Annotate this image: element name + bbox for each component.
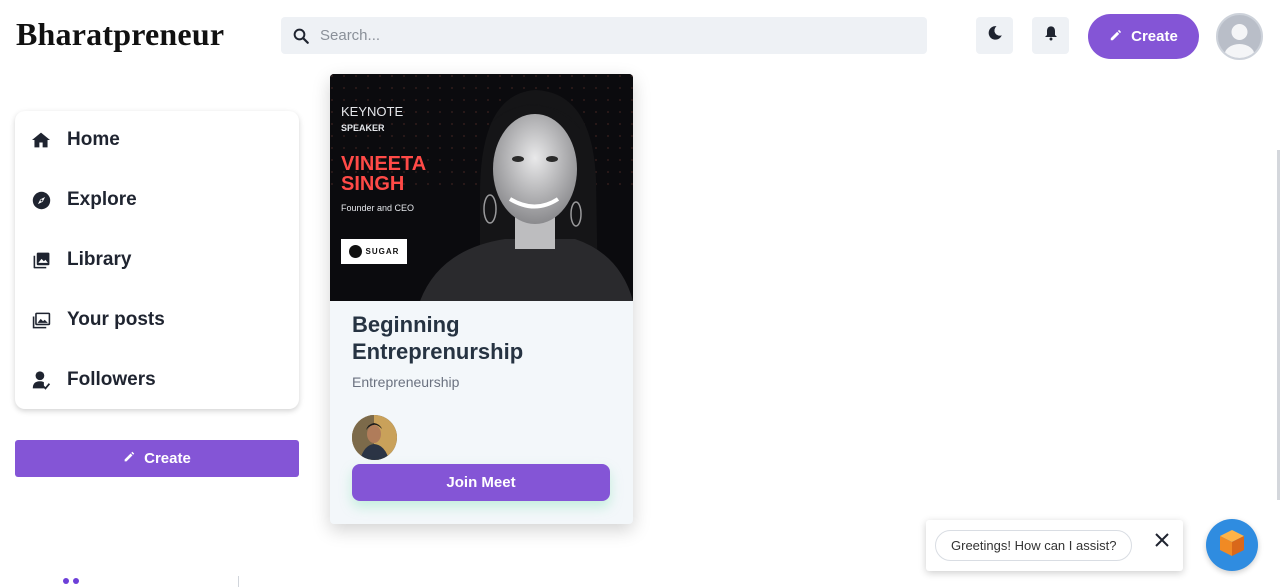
sidebar-item-label: Your posts bbox=[67, 309, 165, 330]
chat-popup: Greetings! How can I assist? bbox=[926, 520, 1183, 571]
sidebar-item-your-posts[interactable]: Your posts bbox=[30, 305, 165, 335]
search-icon bbox=[291, 26, 311, 46]
sugar-mark-icon bbox=[348, 245, 362, 258]
home-icon bbox=[30, 129, 52, 151]
banner-speaker: SPEAKER bbox=[341, 123, 385, 133]
footer-divider bbox=[238, 576, 239, 587]
chat-launcher-button[interactable] bbox=[1206, 519, 1258, 571]
moon-icon bbox=[986, 24, 1004, 47]
event-card[interactable]: KEYNOTE SPEAKER VINEETA SINGH Founder an… bbox=[330, 74, 633, 524]
create-button[interactable]: Create bbox=[1088, 14, 1199, 59]
host-avatar[interactable] bbox=[352, 415, 397, 460]
images-icon bbox=[30, 309, 52, 331]
pencil-icon bbox=[123, 450, 136, 467]
join-meet-button[interactable]: Join Meet bbox=[352, 464, 610, 501]
chat-greeting[interactable]: Greetings! How can I assist? bbox=[935, 530, 1133, 561]
site-logo[interactable]: Bharatpreneur bbox=[16, 16, 224, 53]
sidebar-item-label: Home bbox=[67, 129, 120, 150]
host-photo bbox=[352, 415, 397, 460]
user-check-icon bbox=[30, 369, 52, 391]
sidebar-create-label: Create bbox=[144, 450, 191, 467]
search-bar[interactable] bbox=[281, 17, 927, 54]
chat-close-button[interactable] bbox=[1152, 532, 1172, 552]
close-icon bbox=[1155, 532, 1169, 552]
banner-name-last: SINGH bbox=[341, 173, 405, 195]
cube-icon bbox=[1218, 528, 1246, 563]
sidebar-nav: Home Explore Library Your posts Follower… bbox=[15, 111, 299, 409]
sidebar-item-library[interactable]: Library bbox=[30, 245, 131, 275]
sugar-logo-text: SUGAR bbox=[365, 247, 400, 256]
banner-keynote: KEYNOTE bbox=[341, 104, 404, 119]
compass-icon bbox=[30, 189, 52, 211]
sidebar-item-followers[interactable]: Followers bbox=[30, 365, 156, 395]
sidebar-item-label: Explore bbox=[67, 189, 137, 210]
dark-mode-toggle[interactable] bbox=[976, 17, 1013, 54]
banner-role: Founder and CEO bbox=[341, 203, 415, 213]
sidebar-create-button[interactable]: Create bbox=[15, 440, 299, 477]
bell-icon bbox=[1043, 25, 1059, 46]
pencil-icon bbox=[1109, 28, 1123, 46]
library-icon bbox=[30, 249, 52, 271]
user-placeholder-icon bbox=[1224, 24, 1255, 58]
event-banner: KEYNOTE SPEAKER VINEETA SINGH Founder an… bbox=[330, 74, 633, 301]
footer-logo-dots bbox=[63, 578, 79, 584]
sidebar-item-explore[interactable]: Explore bbox=[30, 185, 137, 215]
sidebar-item-home[interactable]: Home bbox=[30, 125, 120, 155]
sidebar-item-label: Library bbox=[67, 249, 132, 270]
sugar-logo: SUGAR bbox=[341, 239, 407, 264]
create-button-label: Create bbox=[1131, 28, 1178, 45]
search-input[interactable] bbox=[320, 27, 900, 44]
sidebar-item-label: Followers bbox=[67, 369, 156, 390]
notifications-button[interactable] bbox=[1032, 17, 1069, 54]
event-category: Entrepreneurship bbox=[352, 374, 460, 390]
user-avatar[interactable] bbox=[1216, 13, 1263, 60]
event-title: Beginning Entreprenurship bbox=[352, 312, 524, 364]
